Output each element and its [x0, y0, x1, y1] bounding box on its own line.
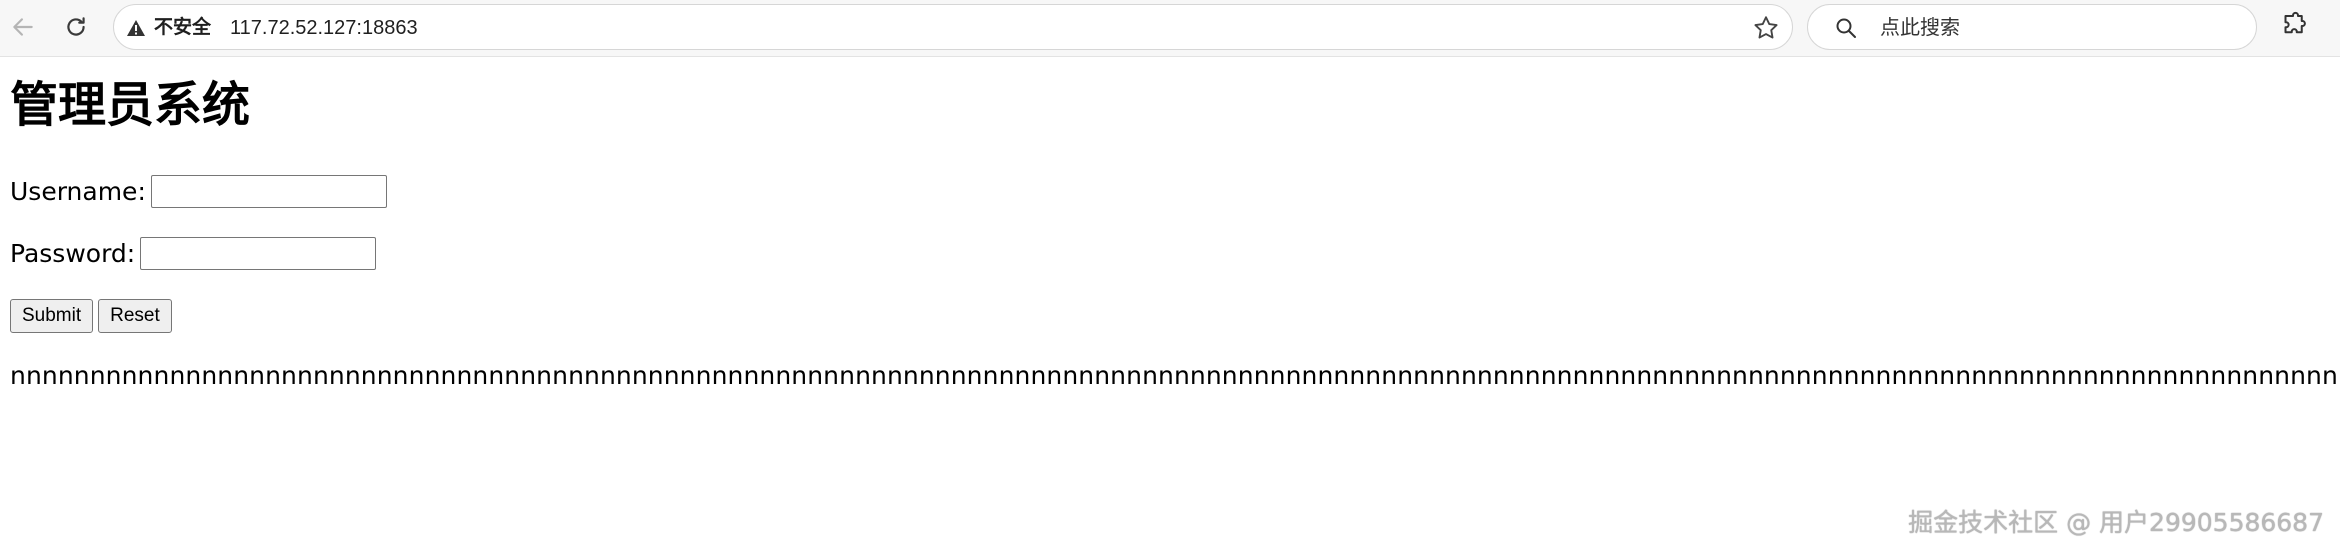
password-input[interactable] — [140, 236, 377, 270]
search-placeholder: 点此搜索 — [1880, 17, 1960, 39]
password-label: Password: — [10, 238, 136, 268]
username-label: Username: — [10, 176, 146, 206]
bookmark-star-icon[interactable] — [1752, 14, 1780, 42]
security-status-label[interactable]: 不安全 — [154, 17, 211, 39]
reset-button[interactable]: Reset — [98, 299, 172, 333]
search-icon — [1836, 18, 1856, 38]
url-text[interactable]: 117.72.52.127:18863 — [230, 17, 418, 39]
username-row: Username: — [10, 173, 387, 209]
browser-toolbar: 不安全 117.72.52.127:18863 点此搜索 — [0, 0, 2340, 57]
page-title: 管理员系统 — [10, 77, 251, 133]
password-row: Password: — [10, 235, 377, 271]
back-button[interactable] — [6, 10, 40, 44]
watermark: 掘金技术社区 @ 用户29905586687 — [1908, 508, 2324, 537]
username-input[interactable] — [150, 174, 387, 208]
form-buttons: Submit Reset — [10, 299, 172, 333]
back-arrow-icon — [13, 18, 33, 36]
output-text: nnnnnnnnnnnnnnnnnnnnnnnnnnnnnnnnnnnnnnnn… — [10, 361, 2340, 390]
reload-icon — [67, 17, 85, 36]
submit-button[interactable]: Submit — [10, 299, 94, 333]
warning-icon[interactable] — [126, 18, 146, 38]
reload-button[interactable] — [59, 10, 93, 44]
extensions-icon[interactable] — [2278, 11, 2308, 41]
browser-search-box[interactable]: 点此搜索 — [1807, 4, 2257, 50]
address-bar[interactable]: 不安全 117.72.52.127:18863 — [113, 4, 1793, 50]
